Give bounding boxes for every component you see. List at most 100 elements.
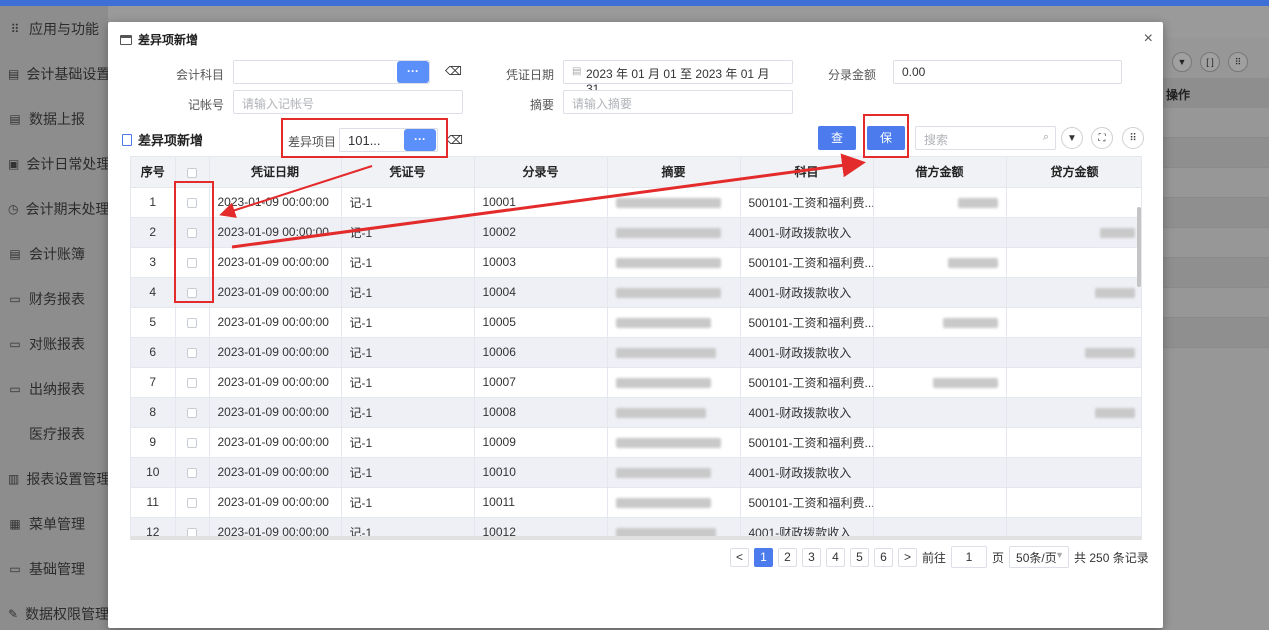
page-button[interactable]: 6 — [874, 547, 893, 567]
sidebar-item[interactable]: ▭ 财务报表 — [0, 276, 108, 321]
page-button[interactable]: 2 — [778, 547, 797, 567]
redacted-value — [1094, 287, 1135, 298]
cell-voucher-date: 2023-01-09 00:00:00 — [209, 247, 342, 278]
page-button[interactable]: 3 — [802, 547, 821, 567]
table-row[interactable]: 10 2023-01-09 00:00:00 记-1 10010 4001-财政拨款收入 — [131, 457, 1141, 488]
cell-no: 9 — [131, 427, 176, 458]
table-row[interactable]: 3 2023-01-09 00:00:00 记-1 10003 500101-工资和福利… — [131, 247, 1141, 278]
sidebar-item[interactable]: ▭ 对账报表 — [0, 321, 108, 366]
cell-summary — [607, 367, 741, 398]
page-button[interactable]: 4 — [826, 547, 845, 567]
cell-voucher-date: 2023-01-09 00:00:00 — [209, 307, 342, 338]
cell-subject: 500101-工资和福利费... — [740, 487, 874, 518]
summary-input[interactable]: 请输入摘要 — [563, 90, 793, 114]
table-row[interactable]: 5 2023-01-09 00:00:00 记-1 10005 500101-工资和福利… — [131, 307, 1141, 338]
goto-page-input[interactable]: 1 — [951, 546, 988, 568]
select-all-checkbox[interactable] — [187, 167, 197, 178]
fullscreen-icon[interactable]: ⛶ — [1091, 127, 1113, 149]
table-row[interactable]: 11 2023-01-09 00:00:00 记-1 10011 500101-工资和福… — [131, 487, 1141, 518]
redacted-value — [615, 407, 706, 418]
cell-select[interactable] — [175, 337, 210, 368]
cell-subject: 500101-工资和福利费... — [740, 367, 874, 398]
card-icon: ▣ — [8, 156, 20, 171]
sidebar-item[interactable]: ⠿ 应用与功能 — [0, 6, 108, 51]
table-row[interactable]: 9 2023-01-09 00:00:00 记-1 10009 500101-工资和福利… — [131, 427, 1141, 458]
page-button[interactable]: 5 — [850, 547, 869, 567]
table-row[interactable]: 6 2023-01-09 00:00:00 记-1 10006 4001-财政拨款收入 — [131, 337, 1141, 368]
cell-summary — [607, 427, 741, 458]
sidebar-item[interactable]: ▦ 菜单管理 — [0, 501, 108, 546]
voucher-no-input[interactable]: 请输入记帐号 — [233, 90, 463, 114]
row-checkbox[interactable] — [187, 407, 197, 418]
row-checkbox[interactable] — [187, 497, 197, 508]
background-row — [1162, 168, 1269, 198]
sidebar-item[interactable]: ▤ 数据上报 — [0, 96, 108, 141]
row-checkbox[interactable] — [187, 437, 197, 448]
cell-credit — [1006, 337, 1141, 368]
filter-icon[interactable]: ▼ — [1061, 127, 1083, 149]
pagination: < 1 2 3 4 5 6 > 前往 1 页 50条/页 ▼ 共 250 条记录 — [730, 546, 1149, 568]
redacted-value — [615, 467, 711, 478]
cell-debit — [873, 307, 1007, 338]
cell-entry-no: 10007 — [474, 367, 608, 398]
cell-select[interactable] — [175, 457, 210, 488]
cell-select[interactable] — [175, 487, 210, 518]
table-row[interactable]: 4 2023-01-09 00:00:00 记-1 10004 4001-财政拨款收入 — [131, 277, 1141, 308]
modal-title-text: 差异项新增 — [138, 33, 199, 47]
row-checkbox[interactable] — [187, 467, 197, 478]
sidebar-item[interactable]: ✎ 数据权限管理 — [0, 591, 109, 630]
cell-voucher-no: 记-1 — [341, 277, 475, 308]
background-toolbar: ▼ [ ] ⠿ — [1172, 52, 1248, 72]
close-button[interactable]: × — [1144, 30, 1153, 48]
background-main-area: 操作 — [1162, 38, 1269, 630]
sidebar-item[interactable]: ▭ 基础管理 — [0, 546, 108, 591]
sidebar-item-label: 对账报表 — [29, 335, 85, 352]
table-row[interactable]: 7 2023-01-09 00:00:00 记-1 10007 500101-工资和福利… — [131, 367, 1141, 398]
grid-icon: ⠿ — [10, 21, 20, 36]
cell-credit — [1006, 487, 1141, 518]
col-header-voucher-no: 凭证号 — [341, 157, 475, 188]
horizontal-scrollbar[interactable] — [131, 536, 1141, 540]
vertical-scrollbar[interactable] — [1137, 207, 1141, 287]
cell-subject: 500101-工资和福利费... — [740, 247, 874, 278]
clear-icon[interactable]: ⌫ — [445, 64, 462, 78]
query-button[interactable]: 查询 — [818, 126, 856, 169]
sidebar-item-label: 会计基础设置 — [26, 65, 111, 82]
page-size-select[interactable]: 50条/页 ▼ — [1009, 546, 1070, 568]
table-row[interactable]: 1 2023-01-09 00:00:00 记-1 10001 500101-工资和福利… — [131, 187, 1141, 218]
document-icon — [122, 133, 132, 146]
row-checkbox[interactable] — [187, 317, 197, 328]
next-page-button[interactable]: > — [898, 547, 917, 567]
cell-no: 4 — [131, 277, 176, 308]
cell-debit — [873, 367, 1007, 398]
sidebar-item[interactable]: ▤ 会计账簿 — [0, 231, 108, 276]
redacted-value — [932, 377, 998, 388]
sidebar-item[interactable]: ◷ 会计期末处理 — [0, 186, 109, 231]
cell-select[interactable] — [175, 397, 210, 428]
prev-page-button[interactable]: < — [730, 547, 749, 567]
account-picker-button[interactable]: ··· — [397, 61, 429, 83]
annotation-box-checkboxes — [174, 181, 214, 303]
sidebar-item[interactable]: ▣ 会计日常处理 — [0, 141, 110, 186]
sidebar-item[interactable]: ▥ 报表设置管理 — [0, 456, 110, 501]
columns-icon[interactable]: ⠿ — [1122, 127, 1144, 149]
entry-amount-input[interactable]: 0.00 — [893, 60, 1122, 84]
voucher-date-range-input[interactable]: ▤ 2023 年 01 月 01 至 2023 年 01 月 31 — [563, 60, 793, 96]
table-row[interactable]: 2 2023-01-09 00:00:00 记-1 10002 4001-财政拨款收入 — [131, 217, 1141, 248]
cell-select[interactable] — [175, 307, 210, 338]
search-input[interactable]: 搜索 ⌕ — [915, 126, 1056, 150]
row-checkbox[interactable] — [187, 347, 197, 358]
clock-icon: ◷ — [8, 201, 19, 216]
book-icon: ▤ — [9, 246, 21, 261]
row-checkbox[interactable] — [187, 377, 197, 388]
cell-select[interactable] — [175, 367, 210, 398]
cell-select[interactable] — [175, 427, 210, 458]
table-row[interactable]: 8 2023-01-09 00:00:00 记-1 10008 4001-财政拨款收入 — [131, 397, 1141, 428]
page-button[interactable]: 1 — [754, 547, 773, 567]
sidebar-item[interactable]: ▤ 会计基础设置 — [0, 51, 111, 96]
sidebar-item[interactable]: ▭ 出纳报表 — [0, 366, 108, 411]
sidebar-item[interactable]: 医疗报表 — [0, 411, 108, 456]
redacted-value — [615, 257, 721, 268]
redacted-value — [1094, 407, 1135, 418]
cell-summary — [607, 397, 741, 428]
